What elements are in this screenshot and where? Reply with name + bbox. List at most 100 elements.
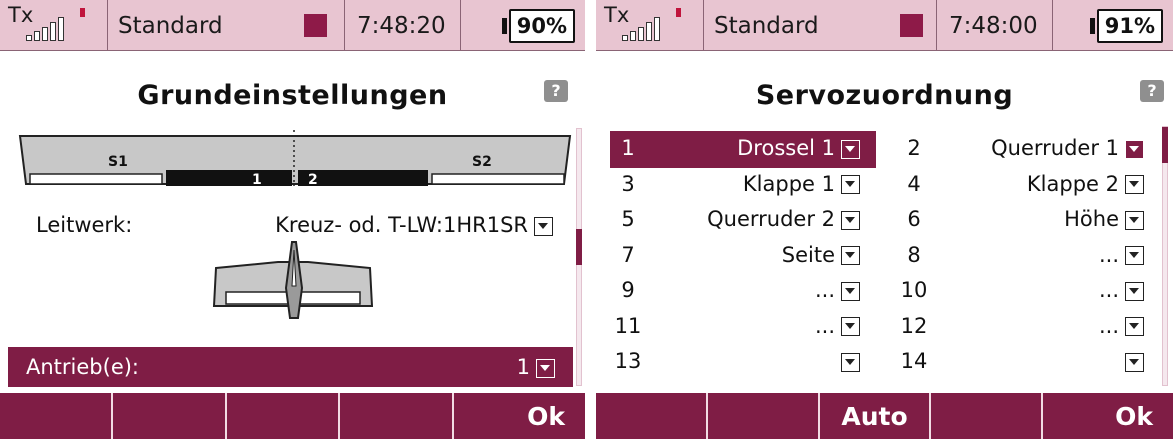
servo-row: 3 Klappe 1 4 Klappe 2 bbox=[610, 167, 1158, 204]
ok-button[interactable]: Ok bbox=[1043, 393, 1173, 439]
dropdown-arrow-icon[interactable] bbox=[534, 216, 553, 236]
servo-function-value: ... bbox=[1098, 278, 1119, 302]
dropdown-arrow-icon[interactable] bbox=[841, 175, 860, 194]
softkey-1[interactable] bbox=[596, 393, 708, 439]
servo-function-value: Drossel 1 bbox=[737, 136, 835, 160]
flap1-label: 1 bbox=[252, 172, 262, 188]
scrollbar[interactable] bbox=[1162, 126, 1168, 386]
servo1-surface bbox=[29, 173, 163, 185]
model-cell[interactable]: Standard bbox=[108, 0, 345, 51]
servo-function-dropdown[interactable]: ... bbox=[815, 278, 860, 302]
dropdown-arrow-icon[interactable] bbox=[1125, 139, 1144, 159]
servo-function-dropdown[interactable]: Querruder 2 bbox=[707, 207, 860, 231]
dropdown-arrow-icon[interactable] bbox=[841, 210, 860, 230]
model-name: Standard bbox=[714, 12, 819, 39]
servo-number: 8 bbox=[907, 242, 921, 267]
model-color-square-icon bbox=[304, 14, 327, 37]
servo-function-dropdown[interactable]: Querruder 1 bbox=[991, 136, 1144, 160]
status-bar: Tx Standard 7:48:00 91% bbox=[596, 0, 1173, 51]
model-cell[interactable]: Standard bbox=[704, 0, 937, 51]
softkey-4[interactable] bbox=[340, 393, 454, 439]
servo-number: 9 bbox=[621, 278, 635, 302]
servo-number: 14 bbox=[900, 349, 928, 373]
servo-function-value: Querruder 1 bbox=[991, 136, 1119, 160]
servo-function-dropdown[interactable]: ... bbox=[815, 314, 860, 338]
servo-number: 12 bbox=[900, 313, 928, 338]
dropdown-arrow-icon[interactable] bbox=[1125, 210, 1144, 230]
dropdown-arrow-icon[interactable] bbox=[1125, 175, 1144, 194]
softkey-4[interactable] bbox=[931, 393, 1044, 439]
softkey-bar: Auto Ok bbox=[596, 393, 1173, 439]
servo-number: 4 bbox=[907, 171, 921, 196]
battery-icon: 90% bbox=[508, 8, 575, 43]
tx-signal-cell: Tx bbox=[0, 0, 108, 51]
softkey-3[interactable] bbox=[227, 393, 341, 439]
ok-button[interactable]: Ok bbox=[454, 393, 585, 439]
help-icon[interactable]: ? bbox=[544, 80, 568, 102]
dropdown-arrow-icon[interactable] bbox=[841, 139, 860, 159]
servo-number: 13 bbox=[614, 349, 642, 373]
servo-function-value: Höhe bbox=[1064, 207, 1119, 231]
servo-function-dropdown[interactable] bbox=[1119, 349, 1144, 373]
servo1-label: S1 bbox=[108, 154, 128, 170]
flap2-label: 2 bbox=[308, 172, 318, 188]
dropdown-arrow-icon[interactable] bbox=[841, 352, 860, 372]
servo-number: 6 bbox=[907, 207, 921, 231]
servo-row: 13 14 bbox=[610, 344, 1158, 381]
servo-function-value: ... bbox=[814, 313, 835, 338]
servo-row: 5 Querruder 2 6 Höhe bbox=[610, 202, 1158, 239]
servo-row: 1 Drossel 1 2 Querruder 1 bbox=[610, 131, 1158, 168]
servo-number: 11 bbox=[614, 313, 642, 338]
dropdown-arrow-icon[interactable] bbox=[841, 317, 860, 336]
servo-number: 1 bbox=[621, 136, 635, 160]
status-bar: Tx Standard 7:48:20 90% bbox=[0, 0, 585, 51]
dropdown-arrow-icon[interactable] bbox=[1125, 317, 1144, 336]
signal-strength-icon bbox=[622, 17, 660, 41]
softkey-2[interactable] bbox=[708, 393, 820, 439]
dropdown-arrow-icon[interactable] bbox=[841, 246, 860, 265]
leitwerk-value: Kreuz- od. T-LW:1HR1SR bbox=[275, 213, 528, 237]
dropdown-arrow-icon[interactable] bbox=[1125, 246, 1144, 265]
antrieb-label: Antrieb(e): bbox=[26, 355, 140, 379]
servo-function-dropdown[interactable]: ... bbox=[1099, 243, 1144, 267]
servo-function-value: ... bbox=[1098, 242, 1119, 267]
servo-function-dropdown[interactable]: Seite bbox=[782, 243, 860, 267]
servo-function-dropdown[interactable]: Drossel 1 bbox=[737, 136, 860, 160]
servo-function-dropdown[interactable]: Klappe 1 bbox=[743, 172, 860, 196]
antrieb-row-selected[interactable]: Antrieb(e): 1 bbox=[8, 347, 573, 387]
scroll-thumb[interactable] bbox=[576, 228, 582, 265]
dropdown-arrow-icon[interactable] bbox=[1125, 352, 1144, 372]
scroll-thumb[interactable] bbox=[1162, 127, 1168, 163]
servo-number: 10 bbox=[900, 278, 928, 302]
dropdown-arrow-icon[interactable] bbox=[536, 358, 555, 378]
servo-function-value: ... bbox=[1098, 313, 1119, 338]
servo-function-dropdown[interactable]: ... bbox=[1099, 314, 1144, 338]
time-cell: 7:48:00 bbox=[937, 0, 1053, 51]
battery-percent: 90% bbox=[510, 10, 573, 41]
scrollbar[interactable] bbox=[576, 128, 582, 386]
battery-icon: 91% bbox=[1096, 8, 1163, 43]
dropdown-arrow-icon[interactable] bbox=[841, 281, 860, 301]
servo-function-dropdown[interactable]: Höhe bbox=[1064, 207, 1144, 231]
battery-percent: 91% bbox=[1098, 10, 1161, 41]
servo-number: 3 bbox=[621, 171, 635, 196]
dropdown-arrow-icon[interactable] bbox=[1125, 281, 1144, 301]
page-title: Servozuordnung bbox=[755, 80, 1014, 111]
servo-number: 2 bbox=[907, 136, 921, 160]
leitwerk-label: Leitwerk: bbox=[36, 213, 133, 237]
antrieb-dropdown[interactable]: 1 bbox=[517, 355, 555, 379]
servo-function-value: Klappe 2 bbox=[1026, 171, 1119, 196]
clock-time: 7:48:20 bbox=[357, 12, 446, 39]
servo-function-dropdown[interactable]: ... bbox=[1099, 278, 1144, 302]
help-icon[interactable]: ? bbox=[1140, 80, 1164, 102]
signal-strength-icon bbox=[26, 17, 64, 41]
auto-button[interactable]: Auto bbox=[820, 393, 932, 439]
flap1-surface bbox=[166, 170, 292, 186]
servo2-label: S2 bbox=[472, 154, 492, 170]
softkey-1[interactable] bbox=[0, 393, 114, 439]
servo-function-dropdown[interactable]: Klappe 2 bbox=[1027, 172, 1144, 196]
softkey-2[interactable] bbox=[113, 393, 227, 439]
servo-function-dropdown[interactable] bbox=[835, 349, 860, 373]
antrieb-value: 1 bbox=[516, 355, 530, 379]
leitwerk-dropdown[interactable]: Kreuz- od. T-LW:1HR1SR bbox=[275, 213, 553, 237]
